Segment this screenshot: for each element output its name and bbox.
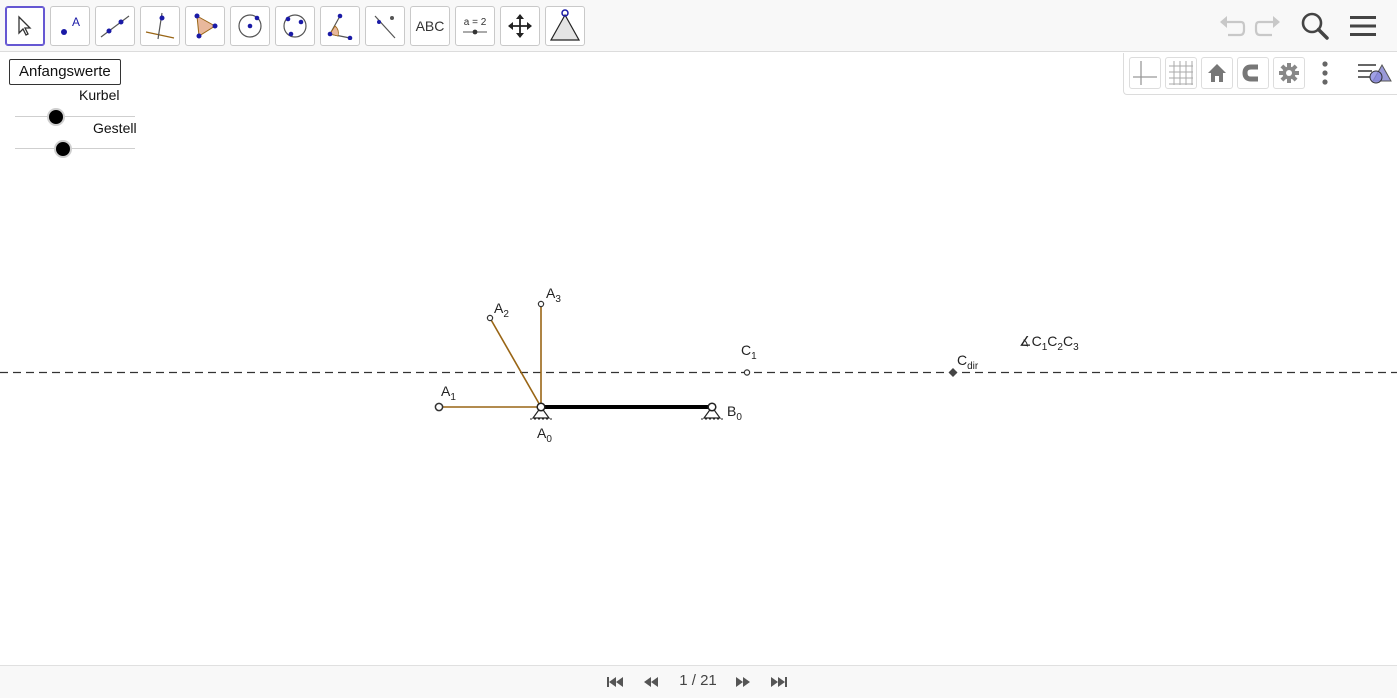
undo-button[interactable] <box>1213 8 1249 44</box>
search-icon <box>1301 12 1329 40</box>
cursor-icon <box>18 15 32 36</box>
custom-tool-button[interactable] <box>545 6 585 46</box>
label-a0: A0 <box>537 425 552 445</box>
point-tool-glyph: A <box>72 15 80 29</box>
label-a2: A2 <box>494 300 509 320</box>
conic-icon <box>283 14 307 38</box>
redo-button[interactable] <box>1251 8 1287 44</box>
crank-segment-a2 <box>489 317 542 408</box>
point-a2[interactable] <box>486 314 494 322</box>
label-b0: B0 <box>727 403 742 423</box>
skip-back-icon <box>607 677 623 687</box>
point-icon: A <box>61 15 80 35</box>
redo-icon <box>1254 16 1280 37</box>
first-page-button[interactable] <box>604 672 626 692</box>
triangle-tool-icon <box>549 9 581 41</box>
toolbar: A ABC a = 2 <box>0 0 1397 52</box>
label-c1: C1 <box>741 342 757 362</box>
text-tool-label: ABC <box>415 18 445 34</box>
point-a3[interactable] <box>537 300 545 308</box>
label-angle-c1c2c3: ∡C1C2C3 <box>1019 333 1079 353</box>
angle-tool-button[interactable] <box>320 6 360 46</box>
circle-icon <box>238 14 262 38</box>
point-a1[interactable] <box>434 402 444 412</box>
point-cdir[interactable] <box>948 368 958 377</box>
perpendicular-line-tool-button[interactable] <box>140 6 180 46</box>
main-menu-button[interactable] <box>1345 8 1381 44</box>
perpendicular-icon <box>145 12 175 40</box>
fast-forward-icon <box>736 677 750 687</box>
graphics-view[interactable]: A1 A2 A3 A0 B0 C1 Cdir ∡C1C2C3 <box>0 53 1397 665</box>
previous-page-button[interactable] <box>640 672 662 692</box>
circle-tool-button[interactable] <box>230 6 270 46</box>
rewind-icon <box>644 677 658 687</box>
text-tool-button[interactable]: ABC <box>410 6 450 46</box>
search-button[interactable] <box>1297 8 1333 44</box>
slider-tool-label: a = 2 <box>463 16 487 28</box>
reflect-icon <box>374 15 396 39</box>
point-a0[interactable] <box>536 402 546 412</box>
polygon-tool-button[interactable] <box>185 6 225 46</box>
label-a3: A3 <box>546 285 561 305</box>
polygon-icon <box>194 13 218 39</box>
slider-tool-button[interactable]: a = 2 <box>455 6 495 46</box>
undo-icon <box>1220 16 1246 37</box>
point-c1[interactable] <box>743 369 751 376</box>
move-arrows-icon <box>508 14 532 38</box>
line-tool-button[interactable] <box>95 6 135 46</box>
next-page-button[interactable] <box>732 672 754 692</box>
reflect-tool-button[interactable] <box>365 6 405 46</box>
menu-icon <box>1350 16 1376 36</box>
construction-step-navigation: 1 / 21 <box>0 665 1397 698</box>
conic-tool-button[interactable] <box>275 6 315 46</box>
line-icon <box>100 15 130 38</box>
angle-icon <box>327 13 353 40</box>
label-a1: A1 <box>441 383 456 403</box>
last-page-button[interactable] <box>768 672 790 692</box>
page-indicator: 1 / 21 <box>679 672 717 689</box>
move-view-tool-button[interactable] <box>500 6 540 46</box>
slider-tool-icon: a = 2 <box>462 17 488 36</box>
skip-forward-icon <box>771 677 787 687</box>
point-tool-button[interactable]: A <box>50 6 90 46</box>
point-b0[interactable] <box>707 402 717 412</box>
move-tool-button[interactable] <box>5 6 45 46</box>
label-cdir: Cdir <box>957 352 979 372</box>
